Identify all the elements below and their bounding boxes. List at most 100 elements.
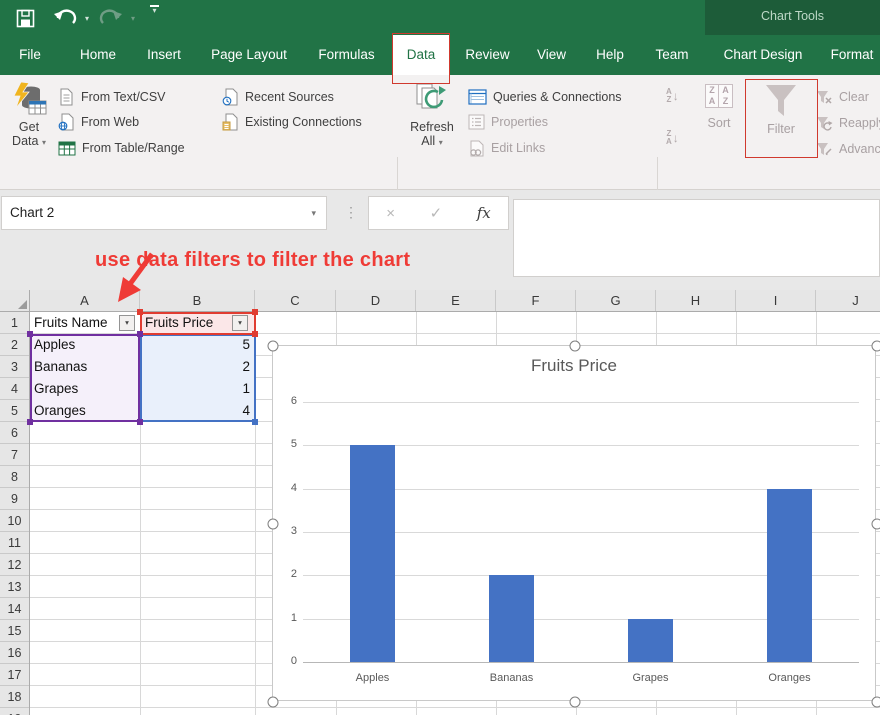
cell-A4[interactable]: Grapes [34,378,134,400]
cell-B5[interactable]: 4 [142,400,250,422]
tab-help[interactable]: Help [590,35,630,75]
undo-button[interactable] [52,5,78,31]
filter-dropdown-b1[interactable]: ▾ [232,315,248,331]
range-handle[interactable] [252,331,258,337]
chart-selection-handle[interactable] [872,519,880,530]
range-handle[interactable] [252,309,258,315]
chart-selection-handle[interactable] [268,519,279,530]
range-handle[interactable] [137,419,143,425]
row-header-8[interactable]: 8 [0,466,29,488]
sort-button[interactable]: ZA AZ Sort [698,84,740,130]
cell-B4[interactable]: 1 [142,378,250,400]
range-handle[interactable] [27,419,33,425]
recent-sources-button[interactable]: Recent Sources [222,88,334,106]
chart-selection-handle[interactable] [268,341,279,352]
cell-A1[interactable]: Fruits Name [34,312,118,334]
tab-view[interactable]: View [529,35,574,75]
range-handle[interactable] [27,331,33,337]
edit-links-button[interactable]: Edit Links [468,139,545,157]
row-header-11[interactable]: 11 [0,532,29,554]
tab-chart-design[interactable]: Chart Design [716,35,810,75]
redo-dropdown-icon[interactable]: ▾ [131,5,135,31]
chart-bar-oranges[interactable] [767,489,812,662]
row-header-5[interactable]: 5 [0,400,29,422]
row-header-16[interactable]: 16 [0,642,29,664]
range-handle[interactable] [137,309,143,315]
range-handle[interactable] [137,331,143,337]
sort-descending-button[interactable]: ZA ↓ [666,130,679,146]
cancel-icon[interactable]: × [386,205,395,222]
tab-data[interactable]: Data [393,35,449,75]
queries-connections-button[interactable]: Queries & Connections [468,88,622,106]
cell-A2[interactable]: Apples [34,334,134,356]
row-header-14[interactable]: 14 [0,598,29,620]
tab-page-layout[interactable]: Page Layout [205,35,293,75]
tab-insert[interactable]: Insert [138,35,190,75]
chart-selection-handle[interactable] [570,697,581,708]
tab-review[interactable]: Review [460,35,515,75]
advanced-filter-button[interactable]: Advanced [816,140,880,158]
save-icon[interactable] [16,5,35,31]
cell-B2[interactable]: 5 [142,334,250,356]
select-all-button[interactable] [0,290,30,312]
sort-ascending-button[interactable]: AZ ↓ [666,88,679,104]
chart-bar-grapes[interactable] [628,619,673,662]
refresh-all-button[interactable]: Refresh All ▾ [404,82,460,150]
row-header-10[interactable]: 10 [0,510,29,532]
get-data-button[interactable]: Get Data ▾ [4,82,54,150]
tab-formulas[interactable]: Formulas [311,35,382,75]
tab-home[interactable]: Home [72,35,124,75]
clear-filter-button[interactable]: Clear [816,88,869,106]
column-header-H[interactable]: H [656,290,736,311]
enter-icon[interactable]: ✓ [430,204,443,222]
cell-B1[interactable]: Fruits Price [145,312,231,334]
customize-qat-icon[interactable]: ▾ [150,5,159,31]
chart-bar-bananas[interactable] [489,575,534,662]
range-handle[interactable] [252,419,258,425]
chart-selection-handle[interactable] [268,697,279,708]
cell-B3[interactable]: 2 [142,356,250,378]
row-header-13[interactable]: 13 [0,576,29,598]
column-header-E[interactable]: E [416,290,496,311]
tab-format[interactable]: Format [824,35,880,75]
row-header-9[interactable]: 9 [0,488,29,510]
redo-button[interactable] [98,5,124,31]
tab-file[interactable]: File [8,35,52,75]
row-header-4[interactable]: 4 [0,378,29,400]
column-header-J[interactable]: J [816,290,880,311]
column-header-G[interactable]: G [576,290,656,311]
properties-button[interactable]: Properties [468,113,548,131]
existing-connections-button[interactable]: Existing Connections [222,113,362,131]
row-header-7[interactable]: 7 [0,444,29,466]
row-header-19[interactable]: 19 [0,708,29,715]
formula-bar-input[interactable] [513,199,880,277]
from-table-range-button[interactable]: From Table/Range [58,139,185,157]
column-header-D[interactable]: D [336,290,416,311]
row-header-12[interactable]: 12 [0,554,29,576]
from-text-csv-button[interactable]: From Text/CSV [58,88,166,106]
row-header-6[interactable]: 6 [0,422,29,444]
row-header-2[interactable]: 2 [0,334,29,356]
chart-selection-handle[interactable] [872,341,880,352]
reapply-filter-button[interactable]: Reapply [816,114,880,132]
column-header-I[interactable]: I [736,290,816,311]
insert-function-icon[interactable]: fx [477,204,491,222]
row-header-18[interactable]: 18 [0,686,29,708]
name-box[interactable]: Chart 2 ▾ [1,196,327,230]
filter-dropdown-a1[interactable]: ▾ [119,315,135,331]
name-box-dropdown-icon[interactable]: ▾ [311,197,316,229]
undo-dropdown-icon[interactable]: ▾ [85,5,89,31]
row-header-17[interactable]: 17 [0,664,29,686]
chart-selection-handle[interactable] [872,697,880,708]
chart-bar-apples[interactable] [350,445,395,662]
formula-bar-options-icon[interactable]: ⋮ [344,196,358,230]
from-web-button[interactable]: From Web [58,113,139,131]
cell-A5[interactable]: Oranges [34,400,134,422]
row-header-3[interactable]: 3 [0,356,29,378]
filter-button[interactable]: Filter [752,82,810,136]
column-header-C[interactable]: C [255,290,336,311]
column-header-F[interactable]: F [496,290,576,311]
row-header-1[interactable]: 1 [0,312,29,334]
embedded-chart[interactable]: Fruits Price 0123456ApplesBananasGrapesO… [272,345,876,701]
chart-title[interactable]: Fruits Price [273,356,875,376]
